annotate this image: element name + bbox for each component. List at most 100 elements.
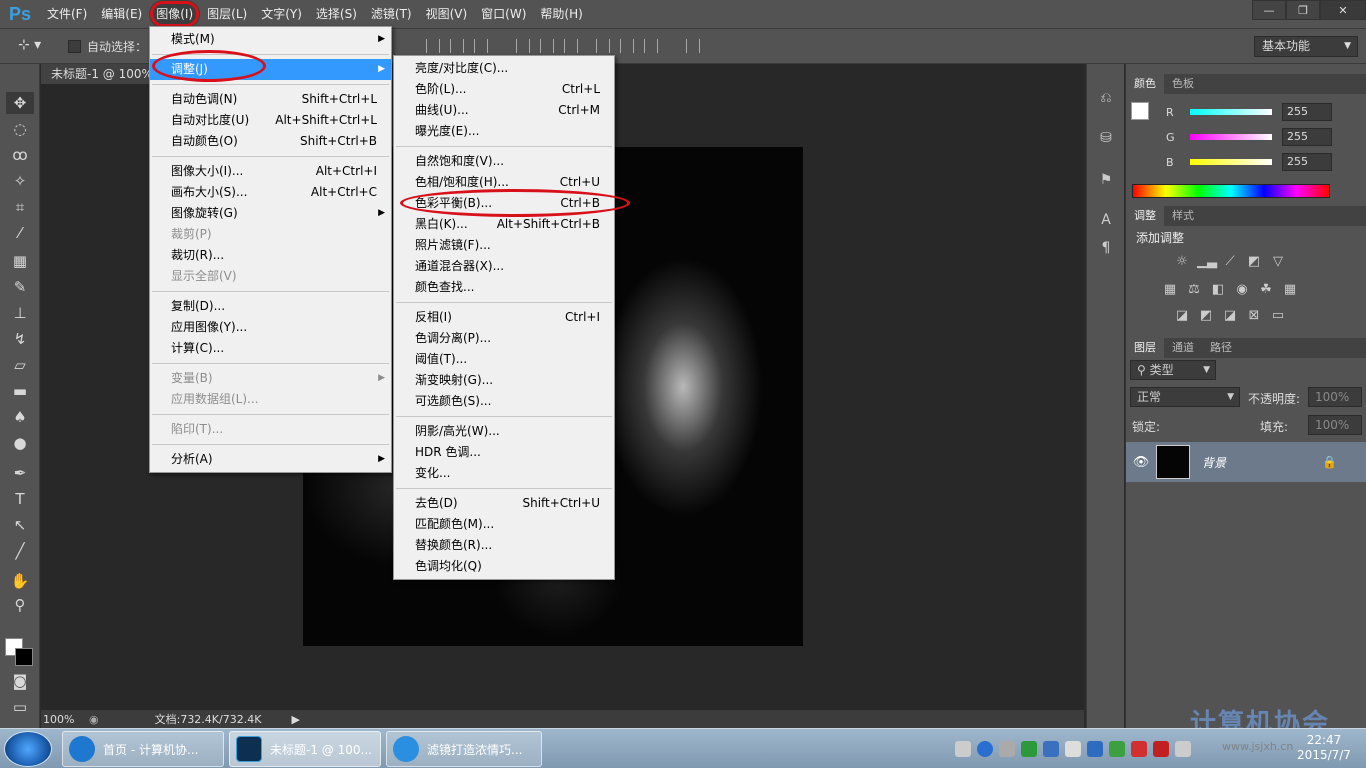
menu-type[interactable]: 文字(Y) — [254, 0, 309, 28]
tab-styles[interactable]: 样式 — [1164, 206, 1202, 226]
adjust-menu-item-19[interactable]: 阴影/高光(W)... — [394, 421, 614, 442]
color-spectrum-bar[interactable] — [1132, 184, 1330, 198]
clock[interactable]: 22:47 2015/7/7 — [1288, 733, 1360, 763]
distribute-bottom-icon[interactable] — [564, 39, 578, 53]
network-icon[interactable] — [1043, 741, 1059, 757]
adjust-menu-item-9[interactable]: 照片滤镜(F)... — [394, 235, 614, 256]
image-menu-item-4[interactable]: 自动色调(N) Shift+Ctrl+L — [150, 89, 391, 110]
color-lookup-adjust-icon[interactable]: ▦ — [1281, 282, 1299, 298]
threshold-adjust-icon[interactable]: ◪ — [1221, 308, 1239, 324]
gradient-map-adjust-icon[interactable]: ▭ — [1269, 308, 1287, 324]
green-value[interactable]: 255 — [1282, 128, 1332, 146]
taskbar-item-photoshop[interactable]: 未标题-1 @ 100... — [229, 731, 381, 767]
image-menu-item-10[interactable]: 图像旋转(G) ▶ — [150, 203, 391, 224]
image-menu-item-2[interactable]: 调整(J) ▶ — [150, 59, 391, 80]
invert-adjust-icon[interactable]: ◪ — [1173, 308, 1191, 324]
zoom-level[interactable]: 100% — [41, 713, 89, 726]
adjust-menu-item-11[interactable]: 颜色查找... — [394, 277, 614, 298]
adjust-menu-item-23[interactable]: 去色(D) Shift+Ctrl+U — [394, 493, 614, 514]
adjust-menu-item-5[interactable]: 自然饱和度(V)... — [394, 151, 614, 172]
paragraph-panel-icon[interactable]: ¶ — [1097, 240, 1115, 258]
menu-view[interactable]: 视图(V) — [419, 0, 475, 28]
crop-tool-icon[interactable]: ⌗ — [6, 196, 34, 218]
posterize-adjust-icon[interactable]: ◩ — [1197, 308, 1215, 324]
healing-brush-tool-icon[interactable]: ▦ — [6, 250, 34, 272]
wifi-icon[interactable] — [1021, 741, 1037, 757]
flag-icon[interactable] — [1065, 741, 1081, 757]
menu-help[interactable]: 帮助(H) — [533, 0, 589, 28]
curves-adjust-icon[interactable]: ⟋ — [1221, 254, 1239, 270]
image-menu-item-5[interactable]: 自动对比度(U) Alt+Shift+Ctrl+L — [150, 110, 391, 131]
panel-foreground-swatch[interactable] — [1131, 102, 1149, 120]
red-value[interactable]: 255 — [1282, 103, 1332, 121]
background-color-swatch[interactable] — [15, 648, 33, 666]
image-menu-item-9[interactable]: 画布大小(S)... Alt+Ctrl+C — [150, 182, 391, 203]
menu-select[interactable]: 选择(S) — [309, 0, 364, 28]
path-selection-tool-icon[interactable]: ↖ — [6, 514, 34, 536]
adjust-menu-item-3[interactable]: 曝光度(E)... — [394, 121, 614, 142]
fill-input[interactable]: 100% — [1308, 415, 1362, 435]
adjust-menu-item-21[interactable]: 变化... — [394, 463, 614, 484]
adjust-menu-item-10[interactable]: 通道混合器(X)... — [394, 256, 614, 277]
properties-panel-icon[interactable]: ⛁ — [1097, 130, 1115, 148]
layer-row-background[interactable]: 👁 背景 🔒 — [1126, 442, 1366, 482]
gradient-tool-icon[interactable]: ▬ — [6, 380, 34, 402]
start-button[interactable] — [4, 731, 52, 767]
menu-file[interactable]: 文件(F) — [40, 0, 94, 28]
status-arrow-icon[interactable]: ▶ — [291, 713, 299, 726]
align-center-icon[interactable] — [450, 39, 464, 53]
eyedropper-tool-icon[interactable]: ⁄ — [6, 222, 34, 244]
adjust-menu-item-2[interactable]: 曲线(U)... Ctrl+M — [394, 100, 614, 121]
qq-icon[interactable] — [1131, 741, 1147, 757]
photo-filter-adjust-icon[interactable]: ◉ — [1233, 282, 1251, 298]
adjust-menu-item-24[interactable]: 匹配颜色(M)... — [394, 514, 614, 535]
image-menu-item-0[interactable]: 模式(M) ▶ — [150, 29, 391, 50]
distribute-hcenter-icon[interactable] — [620, 39, 634, 53]
stamp-tool-icon[interactable]: ⊥ — [6, 302, 34, 324]
document-tab[interactable]: 未标题-1 @ 100% — [41, 64, 161, 84]
dodge-tool-icon[interactable]: ● — [6, 432, 34, 454]
menu-filter[interactable]: 滤镜(T) — [364, 0, 419, 28]
exposure-adjust-icon[interactable]: ◩ — [1245, 254, 1263, 270]
tab-color[interactable]: 颜色 — [1126, 74, 1164, 94]
layer-filter-select[interactable]: ⚲ 类型 ▼ — [1130, 360, 1216, 380]
image-menu-item-16[interactable]: 应用图像(Y)... — [150, 317, 391, 338]
auto-select-checkbox[interactable] — [68, 40, 81, 53]
marquee-tool-icon[interactable]: ◌ — [6, 118, 34, 140]
volume-icon[interactable] — [1175, 741, 1191, 757]
chat-icon[interactable] — [1109, 741, 1125, 757]
adjust-menu-item-1[interactable]: 色阶(L)... Ctrl+L — [394, 79, 614, 100]
blue-slider[interactable] — [1190, 159, 1272, 165]
tab-channels[interactable]: 通道 — [1164, 338, 1202, 358]
tab-paths[interactable]: 路径 — [1202, 338, 1240, 358]
lasso-tool-icon[interactable]: ꝏ — [6, 144, 34, 166]
character-panel-icon[interactable]: A — [1097, 212, 1115, 230]
blur-tool-icon[interactable]: ♠ — [6, 406, 34, 428]
tray-arrow-icon[interactable] — [999, 741, 1015, 757]
red-slider[interactable] — [1190, 109, 1272, 115]
history-brush-tool-icon[interactable]: ↯ — [6, 328, 34, 350]
adjust-menu-item-17[interactable]: 可选颜色(S)... — [394, 391, 614, 412]
menu-edit[interactable]: 编辑(E) — [94, 0, 149, 28]
auto-align-icon[interactable] — [686, 39, 700, 53]
antivirus-icon[interactable] — [1153, 741, 1169, 757]
hand-tool-icon[interactable]: ✋ — [6, 570, 34, 592]
tab-swatches[interactable]: 色板 — [1164, 74, 1202, 94]
brush-tool-icon[interactable]: ✎ — [6, 276, 34, 298]
image-menu-item-12[interactable]: 裁切(R)... — [150, 245, 391, 266]
image-menu-item-15[interactable]: 复制(D)... — [150, 296, 391, 317]
line-tool-icon[interactable]: ╱ — [6, 540, 34, 562]
menu-window[interactable]: 窗口(W) — [474, 0, 533, 28]
move-tool-preset-icon[interactable]: ⊹ ▾ — [18, 37, 41, 53]
adjust-menu-item-8[interactable]: 黑白(K)... Alt+Shift+Ctrl+B — [394, 214, 614, 235]
image-menu-item-6[interactable]: 自动颜色(O) Shift+Ctrl+B — [150, 131, 391, 152]
channel-mixer-adjust-icon[interactable]: ☘ — [1257, 282, 1275, 298]
align-left-icon[interactable] — [426, 39, 440, 53]
keyboard-icon[interactable] — [955, 741, 971, 757]
levels-adjust-icon[interactable]: ▁▃ — [1197, 254, 1217, 270]
visibility-eye-icon[interactable]: 👁 — [1126, 455, 1156, 470]
type-tool-icon[interactable]: T — [6, 488, 34, 510]
blue-value[interactable]: 255 — [1282, 153, 1332, 171]
selective-color-adjust-icon[interactable]: ⊠ — [1245, 308, 1263, 324]
green-slider[interactable] — [1190, 134, 1272, 140]
